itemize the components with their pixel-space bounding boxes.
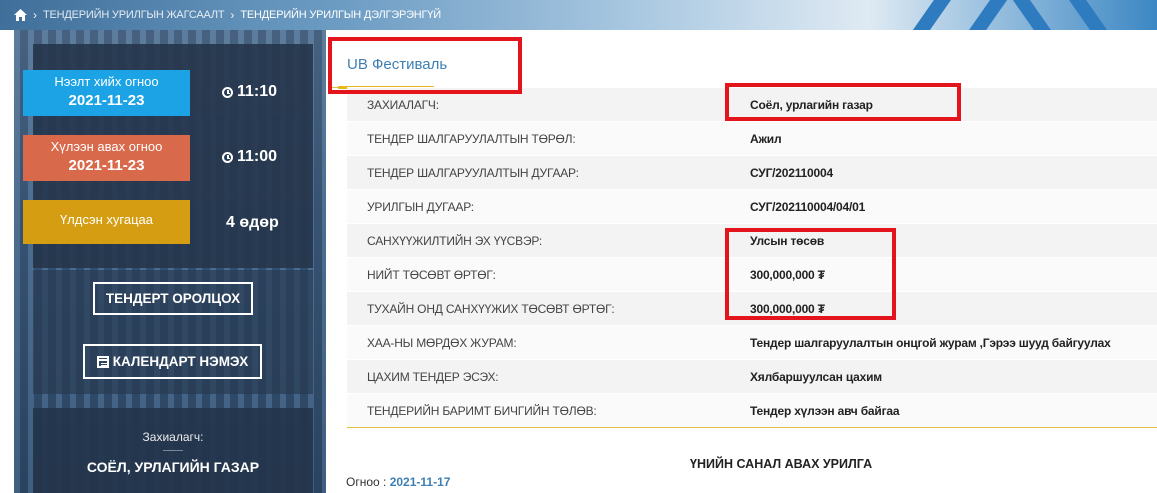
table-row: ЗАХИАЛАГЧ: Соёл, урлагийн газар [347,87,1157,122]
add-to-calendar-button[interactable]: КАЛЕНДАРТ НЭМЭХ [83,344,262,379]
open-time-value: 11:10 [237,83,278,100]
remaining-time-box: Үлдсэн хугацаа [23,200,190,244]
open-date-label: Нээлт хийх огноо [54,74,159,89]
open-time: 11:10 [222,83,277,101]
table-row: ЦАХИМ ТЕНДЕР ЭСЭХ: Хялбаршуулсан цахим [347,359,1157,394]
receive-date-value: 2021-11-23 [68,157,145,174]
row-key: НИЙТ ТӨСӨВТ ӨРТӨГ: [347,257,730,292]
row-key: ТЕНДЕР ШАЛГАРУУЛАЛТЫН ТӨРӨЛ: [347,121,730,156]
table-bottom-line [347,427,1157,428]
row-key: ТУХАЙН ОНД САНХҮҮЖИХ ТӨСӨВТ ӨРТӨГ: [347,291,730,326]
header-banner: › ТЕНДЕРИЙН УРИЛГЫН ЖАГСААЛТ › ТЕНДЕРИЙН… [0,0,1157,30]
calendar-icon [96,355,109,368]
row-value: Соёл, урлагийн газар [730,87,1157,122]
customer-value: СОЁЛ, УРЛАГИЙН ГАЗАР [86,459,260,475]
receive-time-value: 11:00 [237,148,278,165]
table-row: ТЕНДЕР ШАЛГАРУУЛАЛТЫН ДУГААР: СУГ/202110… [347,155,1157,190]
row-value: Улсын төсөв [730,223,1157,258]
breadcrumb-separator: › [33,8,37,22]
clock-icon [222,151,233,163]
open-date-box: Нээлт хийх огноо 2021-11-23 [23,70,190,116]
main-content: UB Фестиваль ЗАХИАЛАГЧ: Соёл, урлагийн г… [330,30,1157,493]
row-key: САНХҮҮЖИЛТИЙН ЭХ ҮҮСВЭР: [347,223,730,258]
table-row: ТЕНДЕРИЙН БАРИМТ БИЧГИЙН ТӨЛӨВ: Тендер х… [347,393,1157,428]
table-row: НИЙТ ТӨСӨВТ ӨРТӨГ: 300,000,000 ₮ [347,257,1157,292]
breadcrumb: › ТЕНДЕРИЙН УРИЛГЫН ЖАГСААЛТ › ТЕНДЕРИЙН… [14,5,441,25]
table-row: ТУХАЙН ОНД САНХҮҮЖИХ ТӨСӨВТ ӨРТӨГ: 300,0… [347,291,1157,326]
row-key: ЦАХИМ ТЕНДЕР ЭСЭХ: [347,359,730,394]
row-value: СУГ/202110004 [730,155,1157,190]
customer-panel: Захиалагч: СОЁЛ, УРЛАГИЙН ГАЗАР [33,408,313,493]
open-date-value: 2021-11-23 [68,92,145,109]
publish-date-value: 2021-11-17 [389,475,451,489]
row-value: 300,000,000 ₮ [730,257,1157,292]
tender-details-table: ЗАХИАЛАГЧ: Соёл, урлагийн газар ТЕНДЕР Ш… [347,87,1157,428]
row-value: Тендер шалгаруулалтын онцгой журам ,Гэрэ… [730,325,1157,360]
clock-icon [222,86,233,98]
section-heading: ҮНИЙН САНАЛ АВАХ УРИЛГА [690,457,873,471]
table-row: ТЕНДЕР ШАЛГАРУУЛАЛТЫН ТӨРӨЛ: Ажил [347,121,1157,156]
row-key: УРИЛГЫН ДУГААР: [347,189,730,224]
join-tender-label: ТЕНДЕРТ ОРОЛЦОХ [105,291,241,306]
receive-date-label: Хүлээн авах огноо [50,139,163,154]
row-key: ТЕНДЕРИЙН БАРИМТ БИЧГИЙН ТӨЛӨВ: [347,393,730,428]
row-key: ЗАХИАЛАГЧ: [347,87,730,122]
banner-decoration [909,0,1011,30]
banner-decoration [1009,0,1111,30]
row-key: ТЕНДЕР ШАЛГАРУУЛАЛТЫН ДУГААР: [347,155,730,190]
row-key: ХАА-НЫ МӨРДӨХ ЖУРАМ: [347,325,730,360]
home-icon[interactable] [14,9,27,21]
page-title: UB Фестиваль [347,56,448,73]
customer-label: Захиалагч: [142,430,204,444]
join-tender-button[interactable]: ТЕНДЕРТ ОРОЛЦОХ [93,282,253,315]
row-value: 300,000,000 ₮ [730,291,1157,326]
title-area: UB Фестиваль [330,30,1157,89]
remaining-time-label: Үлдсэн хугацаа [59,212,154,227]
publish-date-label: Огноо : [346,475,387,489]
row-value: СУГ/202110004/04/01 [730,189,1157,224]
row-value: Тендер хүлээн авч байгаа [730,393,1157,428]
row-value: Хялбаршуулсан цахим [730,359,1157,394]
publish-date: Огноо : 2021-11-17 [346,475,450,489]
table-row: САНХҮҮЖИЛТИЙН ЭХ ҮҮСВЭР: Улсын төсөв [347,223,1157,258]
receive-time: 11:00 [222,148,277,166]
divider [163,450,183,451]
breadcrumb-item-detail: ТЕНДЕРИЙН УРИЛГЫН ДЭЛГЭРЭНГҮЙ [240,9,441,21]
add-to-calendar-label: КАЛЕНДАРТ НЭМЭХ [112,354,249,369]
receive-date-box: Хүлээн авах огноо 2021-11-23 [23,135,190,181]
remaining-time-value: 4 өдөр [226,214,279,231]
table-row: УРИЛГЫН ДУГААР: СУГ/202110004/04/01 [347,189,1157,224]
breadcrumb-item-list[interactable]: ТЕНДЕРИЙН УРИЛГЫН ЖАГСААЛТ [43,9,225,21]
row-value: Ажил [730,121,1157,156]
table-row: ХАА-НЫ МӨРДӨХ ЖУРАМ: Тендер шалгаруулалт… [347,325,1157,360]
breadcrumb-separator: › [230,8,235,22]
